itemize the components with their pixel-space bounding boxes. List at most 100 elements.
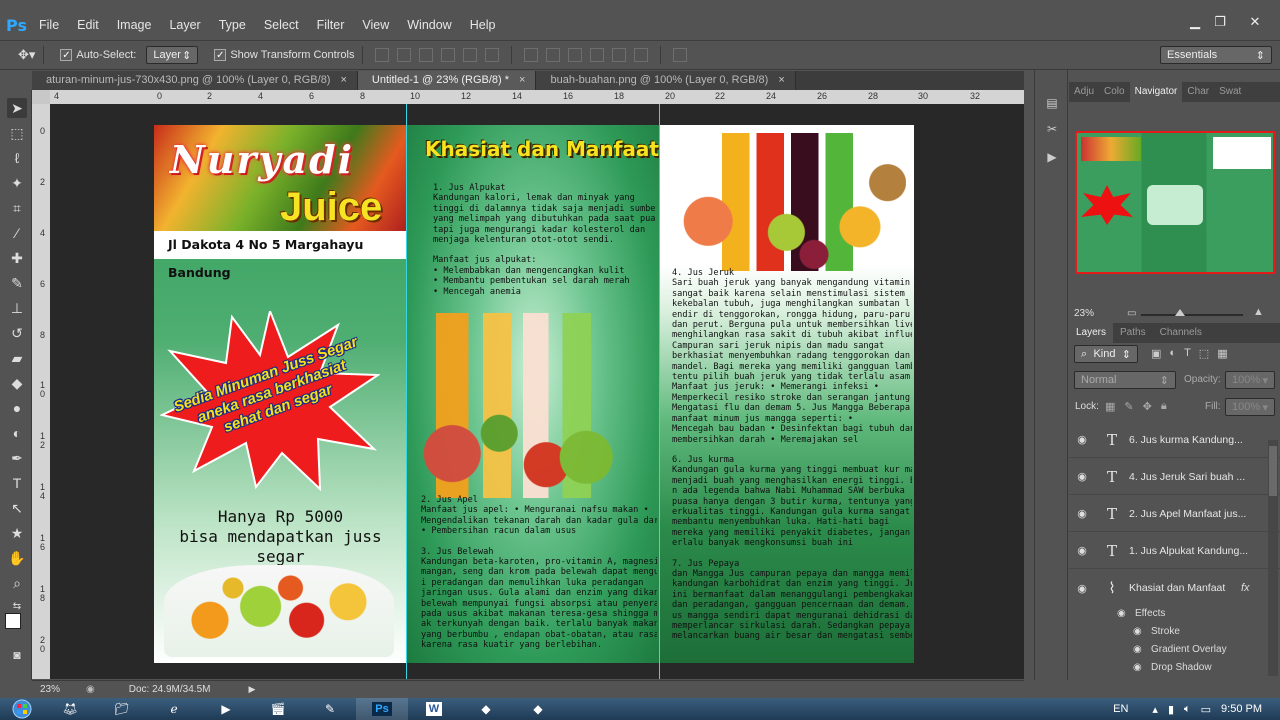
zoom-level[interactable]: 23%	[40, 684, 60, 695]
marquee-tool-icon[interactable]: ⬚	[7, 123, 27, 143]
menu-view[interactable]: View	[353, 18, 398, 32]
clock[interactable]: 9:50 PM	[1221, 703, 1262, 715]
status-menu-arrow-icon[interactable]: ▶	[248, 684, 255, 695]
layer-filter-kind-dropdown[interactable]: ⌕ Kind ⇕	[1074, 345, 1138, 363]
menu-edit[interactable]: Edit	[68, 18, 108, 32]
navigator-zoom-value[interactable]: 23%	[1074, 308, 1094, 319]
fill-input[interactable]: 100% ▾	[1225, 398, 1275, 416]
guide-line-2[interactable]	[659, 104, 660, 679]
layer-row[interactable]: ◉ T 6. Jus kurma Kandung...	[1069, 422, 1280, 458]
actions-play-icon[interactable]: ▶	[1044, 150, 1060, 166]
trifold-brochure-document[interactable]: Nuryadi Juice Jl Dakota 4 No 5 Margahayu…	[154, 125, 914, 663]
tab-adjustments[interactable]: Adju	[1069, 82, 1099, 102]
distribute-hcenter-icon[interactable]	[612, 48, 627, 62]
vertical-ruler[interactable]: 0 2 4 6 8 1 0 1 2 1 4 1 6 1 8 2 0	[32, 104, 50, 679]
tab-paths[interactable]: Paths	[1113, 323, 1153, 343]
align-left-icon[interactable]	[441, 48, 456, 62]
canvas-area[interactable]: Nuryadi Juice Jl Dakota 4 No 5 Margahayu…	[50, 104, 1024, 679]
quick-mask-icon[interactable]: ◙	[7, 645, 27, 665]
hand-tool-icon[interactable]: ✋	[7, 548, 27, 568]
battery-icon[interactable]: ▭	[1201, 703, 1211, 716]
visibility-eye-icon[interactable]: ◉	[1133, 662, 1147, 673]
menu-image[interactable]: Image	[108, 18, 161, 32]
history-brush-tool-icon[interactable]: ↺	[7, 323, 27, 343]
show-transform-checkbox[interactable]: ✓	[214, 49, 227, 61]
blur-tool-icon[interactable]: ●	[7, 398, 27, 418]
network-icon[interactable]: ▮	[1168, 703, 1174, 716]
visibility-eye-icon[interactable]: ◉	[1069, 433, 1095, 446]
navigator-zoom-slider[interactable]	[1141, 314, 1243, 316]
tool-taskbar-icon[interactable]: ✎	[304, 698, 356, 720]
menu-filter[interactable]: Filter	[308, 18, 354, 32]
distribute-vcenter-icon[interactable]	[546, 48, 561, 62]
opacity-input[interactable]: 100% ▾	[1225, 371, 1275, 389]
tab-character[interactable]: Char	[1182, 82, 1214, 102]
auto-select-target-dropdown[interactable]: Layer ⇕	[146, 46, 199, 64]
tab-untitled-1[interactable]: Untitled-1 @ 23% (RGB/8) * ×	[357, 71, 537, 90]
app-taskbar-icon[interactable]: ◆	[512, 698, 564, 720]
filter-pixel-icon[interactable]: ▣	[1151, 347, 1161, 360]
effect-gradient-overlay-row[interactable]: ◉ Gradient Overlay	[1069, 640, 1280, 658]
align-top-icon[interactable]	[375, 48, 390, 62]
visibility-eye-icon[interactable]: ◉	[1117, 608, 1131, 619]
zoom-out-icon[interactable]: ▭	[1127, 308, 1136, 319]
layer-name[interactable]: Khasiat dan Manfaat	[1129, 582, 1241, 594]
crop-tool-icon[interactable]: ⌗	[7, 198, 27, 218]
layer-row[interactable]: ◉ T 2. Jus Apel Manfaat jus...	[1069, 496, 1280, 532]
volume-icon[interactable]: 🔈︎	[1184, 703, 1191, 716]
visibility-eye-icon[interactable]: ◉	[1069, 544, 1095, 557]
lock-position-icon[interactable]: ✥	[1143, 400, 1152, 413]
visibility-eye-icon[interactable]: ◉	[1133, 644, 1147, 655]
blend-mode-dropdown[interactable]: Normal ⇕	[1074, 371, 1176, 389]
visibility-eye-icon[interactable]: ◉	[1069, 470, 1095, 483]
media-player-taskbar-icon[interactable]: ▶	[200, 698, 252, 720]
dodge-tool-icon[interactable]: ◐	[7, 423, 27, 443]
distribute-top-icon[interactable]	[524, 48, 539, 62]
visibility-eye-icon[interactable]: ◉	[1069, 507, 1095, 520]
effect-drop-shadow-row[interactable]: ◉ Drop Shadow	[1069, 658, 1280, 676]
explorer-taskbar-icon[interactable]: 📁︎	[96, 698, 148, 720]
tab-layers[interactable]: Layers	[1069, 323, 1114, 343]
layer-name[interactable]: 4. Jus Jeruk Sari buah ...	[1129, 471, 1259, 483]
eyedropper-tool-icon[interactable]: ⁄	[7, 223, 27, 243]
lock-transparent-icon[interactable]: ▦	[1105, 400, 1115, 413]
move-tool-preset-icon[interactable]: ✥▾	[18, 47, 35, 63]
guide-line-1[interactable]	[406, 104, 407, 679]
distribute-right-icon[interactable]	[634, 48, 649, 62]
scrollbar-thumb[interactable]	[1269, 446, 1277, 496]
movie-maker-taskbar-icon[interactable]: 🎬︎	[252, 698, 304, 720]
tab-swatches[interactable]: Swat	[1214, 82, 1246, 102]
layer-name[interactable]: 1. Jus Alpukat Kandung...	[1129, 545, 1259, 557]
effect-stroke-row[interactable]: ◉ Stroke	[1069, 622, 1280, 640]
layer-name[interactable]: 2. Jus Apel Manfaat jus...	[1129, 508, 1259, 520]
close-tab-icon[interactable]: ×	[340, 74, 346, 86]
layers-scrollbar[interactable]	[1268, 440, 1278, 676]
word-taskbar-icon[interactable]: W	[408, 698, 460, 720]
navigator-thumbnail[interactable]	[1075, 131, 1275, 274]
tab-channels[interactable]: Channels	[1153, 323, 1209, 343]
move-tool-icon[interactable]: ➤	[7, 98, 27, 118]
firefox-taskbar-icon[interactable]: 🦊︎	[44, 698, 96, 720]
workspace-dropdown[interactable]: Essentials ⇕	[1160, 46, 1272, 64]
menu-layer[interactable]: Layer	[160, 18, 209, 32]
menu-select[interactable]: Select	[255, 18, 308, 32]
menu-type[interactable]: Type	[210, 18, 255, 32]
layer-name[interactable]: 6. Jus kurma Kandung...	[1129, 434, 1259, 446]
history-panel-icon[interactable]: ▤	[1044, 96, 1060, 112]
menu-file[interactable]: File	[30, 18, 68, 32]
tab-buah-buahan[interactable]: buah-buahan.png @ 100% (Layer 0, RGB/8) ×	[536, 71, 796, 90]
shape-tool-icon[interactable]: ★	[7, 523, 27, 543]
tool-presets-icon[interactable]: ✂	[1044, 122, 1060, 138]
layer-effects-fx-icon[interactable]: fx	[1241, 582, 1250, 594]
pen-tool-icon[interactable]: ✒	[7, 448, 27, 468]
zoom-slider-knob[interactable]	[1175, 309, 1185, 316]
type-tool-icon[interactable]: T	[7, 473, 27, 493]
layer-row[interactable]: ◉ T 1. Jus Alpukat Kandung...	[1069, 533, 1280, 569]
photoshop-taskbar-icon[interactable]: Ps	[356, 698, 408, 720]
language-indicator[interactable]: EN	[1113, 703, 1128, 715]
foreground-color-swatch[interactable]	[5, 613, 21, 629]
lock-all-icon[interactable]: 🔒︎	[1161, 400, 1167, 413]
layer-row[interactable]: ◉ ⌇ Khasiat dan Manfaat fx	[1069, 570, 1280, 606]
status-info-icon[interactable]: ◉	[86, 684, 95, 695]
lasso-tool-icon[interactable]: ℓ	[7, 148, 27, 168]
